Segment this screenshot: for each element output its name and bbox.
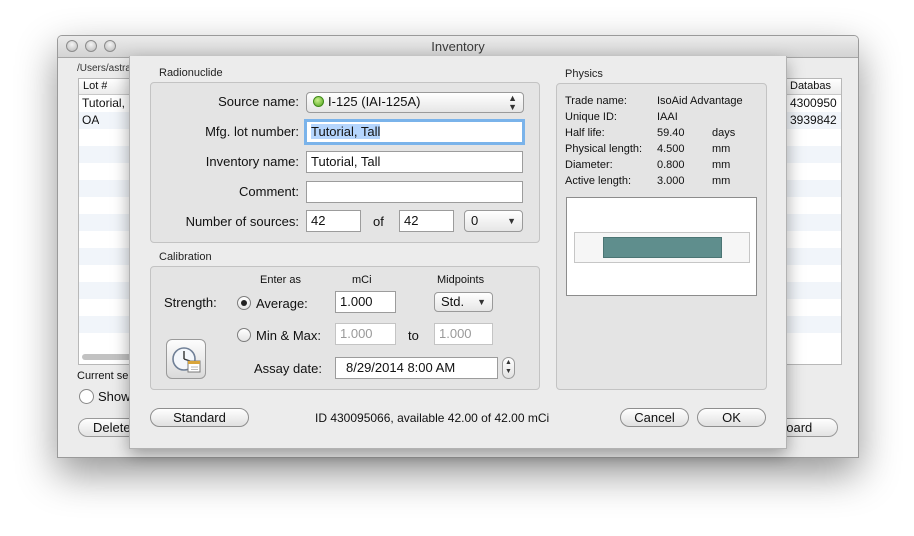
file-path: /Users/astra bbox=[77, 63, 131, 74]
min-max-radio[interactable] bbox=[237, 328, 251, 342]
column-header-lot[interactable]: Lot # bbox=[83, 80, 107, 92]
physics-value: 4.500 bbox=[657, 143, 685, 155]
physics-value: 3.000 bbox=[657, 175, 685, 187]
of-label: of bbox=[373, 214, 384, 229]
lot-cell: Tutorial, bbox=[82, 96, 125, 110]
enter-as-label: Enter as bbox=[260, 274, 301, 286]
mfg-lot-label: Mfg. lot number: bbox=[205, 124, 299, 139]
physics-group-label: Physics bbox=[565, 68, 603, 80]
database-cell: 3939842 bbox=[790, 113, 837, 127]
physics-row: Active length: 3.000 mm bbox=[565, 175, 730, 187]
physics-unit: days bbox=[712, 127, 736, 139]
database-cell: 4300950 bbox=[790, 96, 837, 110]
physics-value: IAAI bbox=[657, 111, 678, 123]
unit-label: mCi bbox=[352, 274, 372, 286]
standard-button[interactable]: Standard bbox=[150, 408, 249, 427]
assay-date-input[interactable]: 8/29/2014 8:00 AM bbox=[335, 357, 498, 379]
number-of-sources-input[interactable]: 42 bbox=[306, 210, 361, 232]
min-max-label: Min & Max: bbox=[256, 328, 322, 343]
physics-label: Half life: bbox=[565, 127, 605, 139]
physics-row: Half life: 59.40 days bbox=[565, 127, 735, 139]
number-of-sources-label: Number of sources: bbox=[185, 214, 299, 229]
physics-label: Active length: bbox=[565, 175, 632, 187]
lot-cell: OA bbox=[82, 113, 100, 127]
comment-label: Comment: bbox=[239, 184, 299, 199]
average-radio[interactable] bbox=[237, 296, 251, 310]
midpoints-popup[interactable]: Std. ▼ bbox=[434, 292, 493, 312]
strength-label: Strength: bbox=[164, 295, 217, 310]
inventory-name-label: Inventory name: bbox=[205, 154, 299, 169]
chevron-down-icon: ▼ bbox=[477, 297, 486, 307]
average-label: Average: bbox=[256, 296, 308, 311]
column-header-database[interactable]: Databas bbox=[790, 80, 831, 92]
inventory-name-input[interactable]: Tutorial, Tall bbox=[306, 151, 523, 173]
physics-row: Trade name: IsoAid Advantage bbox=[565, 95, 743, 107]
physics-row: Physical length: 4.500 mm bbox=[565, 143, 730, 155]
physics-row: Unique ID: IAAI bbox=[565, 111, 678, 123]
physics-label: Diameter: bbox=[565, 159, 613, 171]
physics-unit: mm bbox=[712, 175, 731, 187]
physics-label: Unique ID: bbox=[565, 111, 617, 123]
min-strength-input[interactable]: 1.000 bbox=[335, 323, 396, 345]
up-down-arrows-icon: ▲ ▼ bbox=[508, 93, 517, 112]
total-sources-input[interactable]: 42 bbox=[399, 210, 454, 232]
assay-date-label: Assay date: bbox=[254, 361, 322, 376]
window-title: Inventory bbox=[431, 39, 485, 54]
average-strength-input[interactable]: 1.000 bbox=[335, 291, 396, 313]
show-all-label: Show bbox=[98, 389, 131, 404]
max-strength-input[interactable]: 1.000 bbox=[434, 323, 493, 345]
physics-value: 59.40 bbox=[657, 127, 685, 139]
physics-unit: mm bbox=[712, 159, 731, 171]
cancel-button[interactable]: Cancel bbox=[620, 408, 689, 427]
radionuclide-group-label: Radionuclide bbox=[159, 67, 223, 79]
to-label: to bbox=[408, 328, 419, 343]
seed-shape bbox=[603, 237, 722, 258]
sources-count-popup[interactable]: 0 ▼ bbox=[464, 210, 523, 232]
source-preview bbox=[566, 197, 757, 296]
physics-label: Trade name: bbox=[565, 95, 627, 107]
chevron-down-icon: ▼ bbox=[507, 216, 516, 226]
calibration-group-label: Calibration bbox=[159, 251, 212, 263]
current-selection-label: Current sele bbox=[77, 370, 137, 382]
source-name-popup[interactable]: I-125 (IAI-125A) ▲ ▼ bbox=[306, 92, 524, 113]
status-text: ID 430095066, available 42.00 of 42.00 m… bbox=[315, 411, 550, 425]
date-stepper[interactable]: ▲ ▼ bbox=[502, 357, 515, 379]
ok-button[interactable]: OK bbox=[697, 408, 766, 427]
calendar-clock-icon[interactable] bbox=[166, 339, 206, 379]
show-all-radio[interactable] bbox=[79, 389, 94, 404]
status-dot-icon bbox=[313, 96, 324, 107]
physics-value: 0.800 bbox=[657, 159, 685, 171]
source-name-label: Source name: bbox=[218, 94, 299, 109]
comment-input[interactable] bbox=[306, 181, 523, 203]
source-edit-sheet: Radionuclide Source name: I-125 (IAI-125… bbox=[129, 56, 787, 449]
title-bar: Inventory bbox=[58, 36, 858, 58]
physics-unit: mm bbox=[712, 143, 731, 155]
physics-row: Diameter: 0.800 mm bbox=[565, 159, 730, 171]
physics-label: Physical length: bbox=[565, 143, 643, 155]
physics-value: IsoAid Advantage bbox=[657, 95, 743, 107]
mfg-lot-input[interactable]: Tutorial, Tall bbox=[304, 119, 525, 145]
midpoints-label: Midpoints bbox=[437, 274, 485, 286]
